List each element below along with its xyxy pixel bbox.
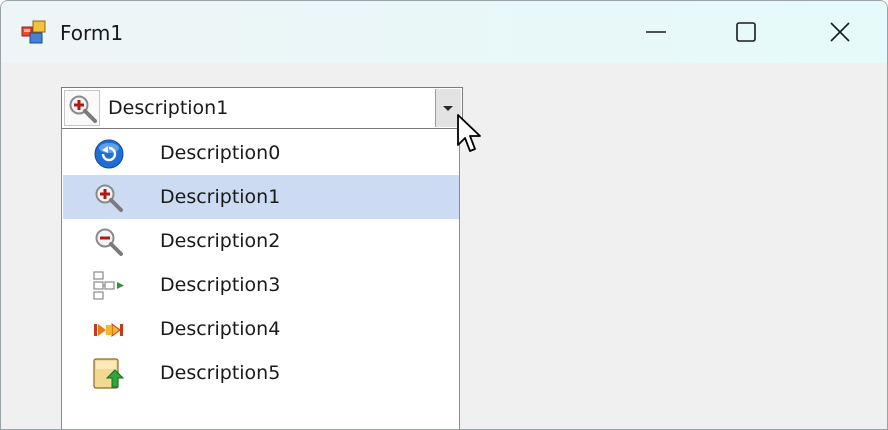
image-combo-box[interactable]: Description1 xyxy=(61,87,463,129)
minimize-icon xyxy=(646,31,666,33)
maximize-button[interactable] xyxy=(701,1,791,63)
list-item[interactable]: Description5 xyxy=(63,351,459,395)
combo-selected-text: Description1 xyxy=(108,97,229,119)
zoom-in-icon xyxy=(69,95,97,123)
zoom-in-icon xyxy=(95,184,123,212)
title-bar[interactable]: Form1 xyxy=(1,1,887,63)
list-item-label: Description2 xyxy=(160,230,281,252)
list-item-label: Description5 xyxy=(160,362,281,384)
list-item[interactable]: Description2 xyxy=(63,219,459,263)
minimize-button[interactable] xyxy=(611,1,701,63)
app-icon xyxy=(21,20,46,44)
list-item[interactable]: Description0 xyxy=(63,131,459,175)
close-icon xyxy=(830,22,850,42)
zoom-out-icon xyxy=(95,228,123,256)
list-item-label: Description3 xyxy=(160,274,281,296)
hierarchy-arrow-icon xyxy=(93,271,124,300)
refresh-back-icon xyxy=(94,139,124,169)
list-item-label: Description4 xyxy=(160,318,281,340)
list-item-label: Description1 xyxy=(160,186,281,208)
form1-window: Form1 Description1 Description0 Descript… xyxy=(0,0,888,430)
upload-folder-icon xyxy=(93,358,125,389)
list-item[interactable]: Description4 xyxy=(63,307,459,351)
window-title: Form1 xyxy=(60,21,124,45)
list-item[interactable]: Description3 xyxy=(63,263,459,307)
chevron-down-icon xyxy=(443,106,453,111)
list-item-label: Description0 xyxy=(160,142,281,164)
maximize-icon xyxy=(736,22,756,42)
combo-dropdown-list: Description0 Description1 Description2 D… xyxy=(61,129,460,429)
close-button[interactable] xyxy=(795,1,885,63)
fast-forward-icon xyxy=(94,323,123,337)
mouse-cursor-icon xyxy=(457,114,481,152)
list-item-selected[interactable]: Description1 xyxy=(63,175,459,219)
combo-selected-icon-box xyxy=(64,90,100,126)
